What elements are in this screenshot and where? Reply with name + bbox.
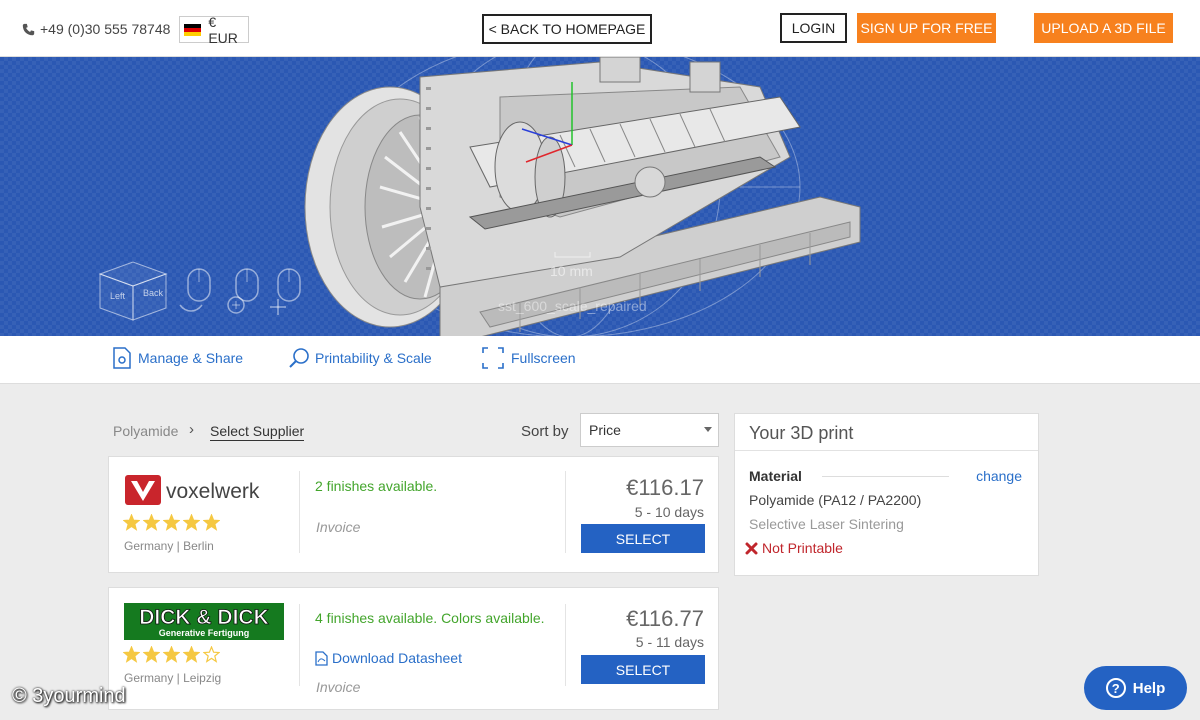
phone-number: +49 (0)30 555 78748 [40, 21, 171, 37]
sort-label: Sort by [521, 423, 569, 440]
delivery-days: 5 - 10 days [634, 504, 704, 520]
divider [735, 450, 1038, 451]
divider [565, 471, 566, 553]
model-file-name: sst_600_scale_repaired [498, 298, 647, 314]
star-filled-icon [183, 514, 200, 531]
magnifier-icon [289, 348, 309, 368]
material-heading: Material [749, 468, 802, 484]
panel-title: Your 3D print [749, 423, 854, 443]
supplier-price: €116.17 [626, 475, 704, 500]
material-process: Selective Laser Sintering [749, 516, 904, 532]
breadcrumb-material[interactable]: Polyamide [113, 423, 178, 439]
pan-mouse-icon [270, 268, 301, 315]
printability-status-label: Not Printable [762, 540, 843, 556]
star-filled-icon [183, 646, 200, 663]
upload-3d-file-button[interactable]: UPLOAD A 3D FILE [1034, 13, 1173, 43]
breadcrumb-current-step: Select Supplier [210, 423, 305, 441]
voxelwerk-logo: voxelwerk [125, 475, 260, 505]
star-filled-icon [163, 514, 180, 531]
login-button[interactable]: LOGIN [780, 13, 847, 43]
top-header: +49 (0)30 555 78748 € EUR < BACK TO HOME… [0, 0, 1200, 57]
printability-status: Not Printable [745, 540, 843, 556]
sort-dropdown[interactable]: Price [580, 413, 719, 447]
supplier-card: voxelwerk Germany | Berlin 2 finishes av… [108, 456, 719, 573]
divider [565, 604, 566, 686]
dick-dick-logo: DICK & DICK Generative Fertigung [124, 603, 284, 640]
supplier-location: Germany | Leipzig [124, 671, 222, 685]
germany-flag-icon [184, 23, 202, 36]
supplier-card: DICK & DICK Generative Fertigung Germany… [108, 587, 719, 710]
rating-stars [123, 514, 220, 531]
voxelwerk-logo-text: voxelwerk [166, 480, 260, 503]
manage-share-label: Manage & Share [138, 350, 244, 366]
dropdown-caret-icon [704, 427, 712, 432]
manage-share-button[interactable]: Manage & Share [112, 347, 243, 369]
signup-button[interactable]: SIGN UP FOR FREE [857, 13, 996, 43]
cube-back-label: Back [143, 288, 164, 298]
star-filled-icon [143, 514, 160, 531]
pdf-file-icon [315, 650, 328, 666]
material-name: Polyamide (PA12 / PA2200) [749, 492, 922, 508]
zoom-mouse-icon [227, 268, 259, 314]
download-datasheet-label: Download Datasheet [332, 650, 462, 666]
star-filled-icon [123, 646, 140, 663]
dick-dick-logo-subtitle: Generative Fertigung [159, 628, 250, 638]
payment-method: Invoice [316, 519, 361, 535]
fullscreen-label: Fullscreen [511, 350, 576, 366]
star-filled-icon [163, 646, 180, 663]
supplier-location: Germany | Berlin [124, 539, 214, 553]
payment-method: Invoice [316, 679, 361, 695]
divider [822, 476, 949, 477]
star-filled-icon [143, 646, 160, 663]
star-empty-icon [203, 646, 220, 663]
delivery-days: 5 - 11 days [635, 634, 704, 650]
star-filled-icon [203, 514, 220, 531]
star-filled-icon [123, 514, 140, 531]
printability-scale-button[interactable]: Printability & Scale [289, 347, 432, 369]
fullscreen-button[interactable]: Fullscreen [481, 347, 576, 369]
back-to-homepage-button[interactable]: < BACK TO HOMEPAGE [482, 14, 652, 44]
help-button[interactable]: ? Help [1084, 666, 1187, 710]
divider [299, 604, 300, 686]
rotate-mouse-icon [179, 268, 211, 312]
supplier-price: €116.77 [626, 606, 704, 631]
copyright-watermark: © 3yourmind [12, 685, 126, 707]
cube-left-label: Left [110, 291, 126, 301]
dick-dick-logo-text: DICK & DICK [139, 606, 269, 629]
select-supplier-button[interactable]: SELECT [581, 524, 705, 553]
download-datasheet-link[interactable]: Download Datasheet [315, 650, 462, 666]
question-mark-icon: ? [1105, 678, 1126, 698]
3d-model-viewer[interactable]: 10 mm sst_600_scale_repaired Left Back [0, 57, 1200, 336]
finishes-available-link[interactable]: 2 finishes available. [315, 478, 437, 494]
help-label: Help [1132, 679, 1166, 697]
phone-icon [22, 23, 35, 35]
currency-selector[interactable]: € EUR [179, 13, 249, 46]
printability-scale-label: Printability & Scale [315, 350, 432, 366]
dimension-label: 10 mm [550, 263, 593, 279]
your-3d-print-panel: Your 3D print Material change Polyamide … [734, 413, 1039, 576]
breadcrumb-chevron-icon: › [189, 421, 194, 438]
phone-contact[interactable]: +49 (0)30 555 78748 [22, 21, 170, 37]
document-gear-icon [113, 347, 131, 369]
select-supplier-button[interactable]: SELECT [581, 655, 705, 684]
currency-label: € EUR [208, 13, 238, 46]
divider [299, 471, 300, 553]
viewer-toolbar: Manage & Share Printability & Scale Full… [0, 336, 1200, 384]
sort-selected-value: Price [589, 422, 621, 438]
finishes-available-link[interactable]: 4 finishes available. Colors available. [315, 610, 545, 626]
rating-stars [123, 646, 220, 663]
navigation-cube-icon[interactable]: Left Back [98, 254, 168, 324]
fullscreen-icon [482, 347, 504, 369]
change-material-link[interactable]: change [976, 468, 1022, 484]
close-x-icon [745, 542, 758, 554]
